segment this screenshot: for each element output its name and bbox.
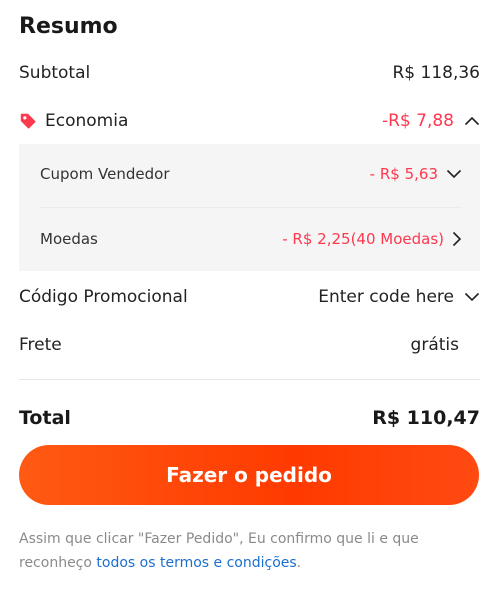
summary-title: Resumo xyxy=(19,14,118,39)
coupon-label: Cupom Vendedor xyxy=(40,165,170,183)
economia-label-group: Economia xyxy=(19,111,128,131)
coupon-value-group: - R$ 5,63 xyxy=(370,165,462,183)
chevron-up-icon[interactable] xyxy=(464,116,480,126)
total-label: Total xyxy=(19,407,71,429)
economia-row[interactable]: Economia -R$ 7,88 xyxy=(19,108,480,134)
economia-value: -R$ 7,88 xyxy=(381,111,454,131)
summary-divider xyxy=(19,379,480,380)
subtotal-row: Subtotal R$ 118,36 xyxy=(19,60,480,86)
shipping-value: grátis xyxy=(410,335,459,355)
terms-disclaimer: Assim que clicar "Fazer Pedido", Eu conf… xyxy=(19,527,480,575)
shipping-row: Frete grátis xyxy=(19,332,480,358)
economia-details: Cupom Vendedor - R$ 5,63 Moedas - R$ 2,2… xyxy=(19,144,480,271)
chevron-down-icon[interactable] xyxy=(446,169,462,179)
total-value: R$ 110,47 xyxy=(372,407,480,429)
coupon-row[interactable]: Cupom Vendedor - R$ 5,63 xyxy=(40,162,462,186)
coins-label: Moedas xyxy=(40,230,98,248)
promo-code-row[interactable]: Código Promocional Enter code here xyxy=(19,284,480,310)
total-row: Total R$ 110,47 xyxy=(19,404,480,432)
coins-value: - R$ 2,25(40 Moedas) xyxy=(282,230,444,248)
tag-icon xyxy=(20,113,36,129)
details-divider xyxy=(40,207,462,208)
shipping-label: Frete xyxy=(19,335,62,355)
place-order-button[interactable]: Fazer o pedido xyxy=(19,445,479,505)
subtotal-value: R$ 118,36 xyxy=(392,63,480,83)
terms-link[interactable]: todos os termos e condições xyxy=(96,555,296,571)
promo-code-value-group[interactable]: Enter code here xyxy=(318,287,480,307)
subtotal-label: Subtotal xyxy=(19,63,91,83)
economia-label: Economia xyxy=(45,111,129,131)
coins-row[interactable]: Moedas - R$ 2,25(40 Moedas) xyxy=(40,227,462,251)
chevron-right-icon[interactable] xyxy=(452,231,462,247)
promo-code-input[interactable]: Enter code here xyxy=(318,287,454,307)
economia-value-group: -R$ 7,88 xyxy=(382,111,480,131)
coupon-value: - R$ 5,63 xyxy=(369,165,438,183)
coins-value-group: - R$ 2,25(40 Moedas) xyxy=(282,230,462,248)
chevron-down-icon[interactable] xyxy=(464,292,480,302)
promo-code-label: Código Promocional xyxy=(19,287,188,307)
disclaimer-suffix: . xyxy=(296,555,302,571)
